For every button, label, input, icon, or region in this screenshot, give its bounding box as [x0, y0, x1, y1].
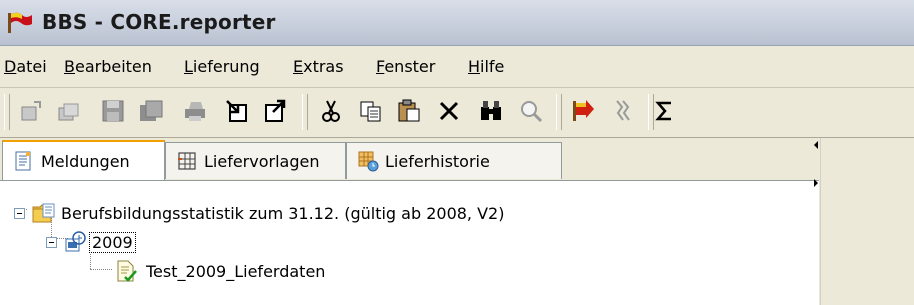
toolbar-grip[interactable] [4, 94, 10, 130]
template-icon [178, 152, 196, 170]
tab-meldungen[interactable]: Meldungen [2, 140, 165, 180]
editor-area [820, 138, 914, 305]
paste-icon[interactable] [392, 94, 426, 128]
tree-node-root[interactable]: Berufsbildungsstatistik zum 31.12. (gült… [14, 201, 504, 225]
document-check-icon [117, 260, 137, 282]
menu-bearbeiten-accel: B [64, 57, 75, 76]
menu-lieferung[interactable]: Lieferung [184, 57, 260, 76]
menu-fenster-rest: enster [384, 57, 436, 76]
window-title: BBS - CORE.reporter [42, 10, 276, 34]
menu-lieferung-accel: L [184, 57, 193, 76]
collapse-toggle[interactable] [14, 207, 25, 219]
menu-extras[interactable]: Extras [293, 57, 344, 76]
tree-root-label: Berufsbildungsstatistik zum 31.12. (gült… [61, 203, 505, 223]
tab-meldungen-label: Meldungen [41, 151, 130, 171]
open-icon[interactable] [14, 94, 48, 128]
send-icon[interactable] [566, 94, 600, 128]
tree-child-label: 2009 [89, 231, 136, 253]
tab-strip: Meldungen Liefervorlagen Lieferhistorie [0, 138, 819, 181]
cut-icon[interactable] [314, 94, 348, 128]
toolbar-separator-2 [556, 94, 562, 130]
tab-liefervorlagen[interactable]: Liefervorlagen [165, 142, 346, 179]
export-icon[interactable] [258, 94, 292, 128]
toolbar [0, 88, 914, 138]
menu-extras-rest: xtras [303, 57, 344, 76]
print-icon[interactable] [178, 94, 212, 128]
find-icon[interactable] [474, 94, 508, 128]
save-icon[interactable] [96, 94, 130, 128]
menu-datei[interactable]: Datei [4, 57, 47, 76]
folder-icon [32, 203, 55, 223]
import-icon[interactable] [220, 94, 254, 128]
application-window: BBS - CORE.reporter Datei Bearbeiten Lie… [0, 0, 914, 305]
tab-lieferhistorie[interactable]: Lieferhistorie [346, 142, 562, 179]
collapse-toggle[interactable] [46, 236, 57, 248]
navigator-panel: Meldungen Liefervorlagen Lieferhistorie [0, 138, 819, 305]
copy-icon[interactable] [354, 94, 388, 128]
check-icon[interactable] [606, 94, 640, 128]
splitter-arrows-icon[interactable] [812, 141, 820, 189]
report-icon [15, 151, 31, 171]
search-icon[interactable] [514, 94, 548, 128]
year-icon [65, 231, 86, 252]
flag-logo-icon [8, 12, 32, 33]
tree-node-leaf[interactable]: Test_2009_Lieferdaten [114, 259, 325, 283]
menu-fenster[interactable]: Fenster [376, 57, 435, 76]
tab-lieferhistorie-label: Lieferhistorie [385, 151, 490, 171]
title-bar: BBS - CORE.reporter [0, 0, 914, 46]
menu-bearbeiten-rest: earbeiten [74, 57, 152, 76]
menu-lieferung-rest: ieferung [192, 57, 260, 76]
tree-view: Berufsbildungsstatistik zum 31.12. (gült… [0, 181, 819, 305]
save-all-icon[interactable] [134, 94, 168, 128]
menu-datei-accel: D [4, 57, 17, 76]
menu-bearbeiten[interactable]: Bearbeiten [64, 57, 152, 76]
tree-node-2009[interactable]: 2009 [46, 230, 136, 254]
toolbar-separator-1 [302, 94, 308, 130]
tree-leaf-label: Test_2009_Lieferdaten [146, 261, 326, 281]
menu-hilfe[interactable]: Hilfe [468, 57, 504, 76]
tree-connector [90, 269, 112, 270]
tab-liefervorlagen-label: Liefervorlagen [204, 151, 320, 171]
menu-extras-accel: E [293, 57, 304, 76]
menu-hilfe-accel: H [468, 57, 481, 76]
history-icon [358, 151, 379, 172]
menu-bar: Datei Bearbeiten Lieferung Extras Fenste… [0, 46, 914, 88]
delete-icon[interactable] [432, 94, 466, 128]
menu-hilfe-rest: ilfe [480, 57, 505, 76]
save-as-icon[interactable] [52, 94, 86, 128]
sum-icon[interactable] [654, 94, 680, 128]
menu-datei-rest: atei [16, 57, 47, 76]
